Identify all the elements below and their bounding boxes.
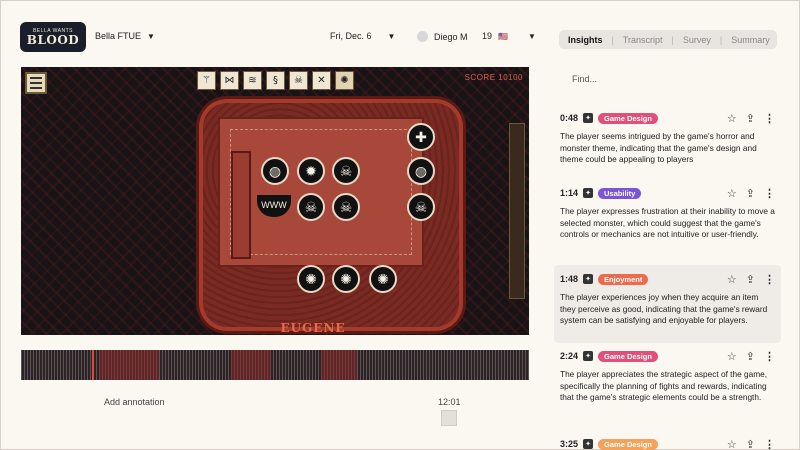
search-input[interactable]: Find... bbox=[572, 74, 597, 84]
insight-tag[interactable]: Enjoyment bbox=[598, 273, 649, 285]
sparkle-icon: ✦ bbox=[583, 439, 594, 449]
insight-card[interactable]: 1:48 ✦ Enjoyment ☆ ⇪ ⋮ The player experi… bbox=[554, 265, 781, 343]
sparkle-icon: ✦ bbox=[583, 113, 594, 123]
tab-survey[interactable]: Survey bbox=[674, 35, 720, 45]
insight-tag[interactable]: Usability bbox=[598, 187, 642, 199]
insight-card[interactable]: 0:48 ✦ Game Design ☆ ⇪ ⋮ The player seem… bbox=[554, 104, 781, 172]
monster-token: ✺ bbox=[369, 265, 397, 293]
timeline-segment bbox=[231, 350, 271, 380]
tab-transcript[interactable]: Transcript bbox=[614, 35, 672, 45]
chevron-down-icon: ▼ bbox=[147, 31, 155, 41]
insight-timestamp[interactable]: 0:48 bbox=[560, 113, 578, 123]
monster-token: ◍ bbox=[407, 157, 435, 185]
sparkle-icon: ✦ bbox=[583, 351, 594, 361]
insight-text: The player experiences joy when they acq… bbox=[560, 292, 768, 326]
insight-card[interactable]: 1:14 ✦ Usability ☆ ⇪ ⋮ The player expres… bbox=[554, 179, 781, 247]
more-options-icon[interactable]: ⋮ bbox=[764, 438, 775, 450]
audio-waveform bbox=[21, 350, 529, 380]
more-options-icon[interactable]: ⋮ bbox=[764, 112, 775, 125]
more-options-icon[interactable]: ⋮ bbox=[764, 350, 775, 363]
insight-card[interactable]: 3:25 ✦ Game Design ☆ ⇪ ⋮ bbox=[554, 430, 781, 450]
rune-icon-3: ≋ bbox=[243, 71, 262, 90]
star-icon[interactable]: ☆ bbox=[727, 438, 737, 450]
insight-timestamp[interactable]: 1:14 bbox=[560, 188, 578, 198]
insight-tag[interactable]: Game Design bbox=[598, 438, 658, 450]
session-date: Fri, Dec. 6 bbox=[330, 31, 372, 41]
project-select[interactable]: Bella FTUE ▼ bbox=[95, 31, 155, 41]
project-name: Bella FTUE bbox=[95, 31, 142, 41]
rune-icon-6: ✕ bbox=[312, 71, 331, 90]
game-side-panel bbox=[231, 151, 251, 259]
chevron-down-icon: ▼ bbox=[387, 31, 396, 41]
demographics-select[interactable]: 19 🇺🇸 ▼ bbox=[482, 31, 536, 41]
insight-tag[interactable]: Game Design bbox=[598, 350, 658, 362]
game-score: SCORE 10100 bbox=[464, 73, 523, 82]
monster-token: ☠ bbox=[407, 193, 435, 221]
share-icon[interactable]: ⇪ bbox=[746, 438, 755, 450]
user-select[interactable]: Diego M bbox=[417, 31, 468, 42]
panel-tabs: Insights | Transcript | Survey | Summary bbox=[559, 30, 777, 49]
star-icon[interactable]: ☆ bbox=[727, 350, 737, 363]
user-age: 19 bbox=[482, 31, 493, 41]
monster-token: ✚ bbox=[407, 123, 435, 151]
more-options-icon[interactable]: ⋮ bbox=[764, 273, 775, 286]
more-options-icon[interactable]: ⋮ bbox=[764, 187, 775, 200]
game-video[interactable]: ⚚ ⋈ ≋ § ☠ ✕ ✺ SCORE 10100 ◍ ✹ ☠ ☠ ☠ ✚ ◍ … bbox=[21, 67, 529, 335]
sparkle-icon: ✦ bbox=[583, 188, 594, 198]
monster-token: ☠ bbox=[332, 157, 360, 185]
insight-text: The player seems intrigued by the game's… bbox=[560, 131, 757, 165]
insight-card[interactable]: 2:24 ✦ Game Design ☆ ⇪ ⋮ The player appr… bbox=[554, 342, 781, 410]
insight-timestamp[interactable]: 1:48 bbox=[560, 274, 578, 284]
chevron-down-icon: ▼ bbox=[527, 31, 536, 41]
insight-timestamp[interactable]: 3:25 bbox=[560, 439, 578, 449]
monster-token: ✹ bbox=[297, 157, 325, 185]
character-name: EUGENE bbox=[243, 321, 383, 335]
gear-icon: ✺ bbox=[335, 71, 354, 90]
insight-timestamp[interactable]: 2:24 bbox=[560, 351, 578, 361]
add-annotation-button[interactable]: Add annotation bbox=[104, 397, 165, 407]
game-wall bbox=[509, 123, 525, 299]
monster-token: ☠ bbox=[332, 193, 360, 221]
timeline-segment bbox=[99, 350, 159, 380]
rune-icon-5: ☠ bbox=[289, 71, 308, 90]
tab-summary[interactable]: Summary bbox=[722, 35, 779, 45]
star-icon[interactable]: ☆ bbox=[727, 273, 737, 286]
annotation-checkbox[interactable] bbox=[441, 410, 457, 426]
monster-token: ✺ bbox=[332, 265, 360, 293]
tab-insights[interactable]: Insights bbox=[559, 35, 612, 45]
star-icon[interactable]: ☆ bbox=[727, 187, 737, 200]
timeline-playhead[interactable] bbox=[92, 350, 94, 380]
share-icon[interactable]: ⇪ bbox=[746, 350, 755, 363]
date-select[interactable]: Fri, Dec. 6 ▼ bbox=[330, 31, 395, 41]
rune-icon-2: ⋈ bbox=[220, 71, 239, 90]
rune-icon-1: ⚚ bbox=[197, 71, 216, 90]
star-icon[interactable]: ☆ bbox=[727, 112, 737, 125]
insight-tag[interactable]: Game Design bbox=[598, 112, 658, 124]
share-icon[interactable]: ⇪ bbox=[746, 187, 755, 200]
avatar bbox=[417, 31, 428, 42]
game-menu-icon bbox=[25, 72, 47, 94]
logo-line-2: BLOOD bbox=[26, 32, 80, 47]
monster-token: ✺ bbox=[297, 265, 325, 293]
rune-icon-4: § bbox=[266, 71, 285, 90]
share-icon[interactable]: ⇪ bbox=[746, 112, 755, 125]
flag-icon: 🇺🇸 bbox=[498, 31, 508, 41]
timeline-segment bbox=[321, 350, 357, 380]
app-logo[interactable]: BELLA WANTS BLOOD bbox=[20, 22, 86, 52]
insight-text: The player expresses frustration at thei… bbox=[560, 206, 775, 240]
video-duration: 12:01 bbox=[438, 397, 461, 407]
user-name: Diego M bbox=[434, 31, 468, 42]
game-toolbar: ⚚ ⋈ ≋ § ☠ ✕ ✺ bbox=[197, 71, 354, 90]
insight-text: The player appreciates the strategic asp… bbox=[560, 369, 768, 403]
video-timeline[interactable] bbox=[21, 350, 529, 380]
share-icon[interactable]: ⇪ bbox=[746, 273, 755, 286]
sparkle-icon: ✦ bbox=[583, 274, 594, 284]
monster-token: ☠ bbox=[297, 193, 325, 221]
monster-token: ◍ bbox=[261, 157, 289, 185]
